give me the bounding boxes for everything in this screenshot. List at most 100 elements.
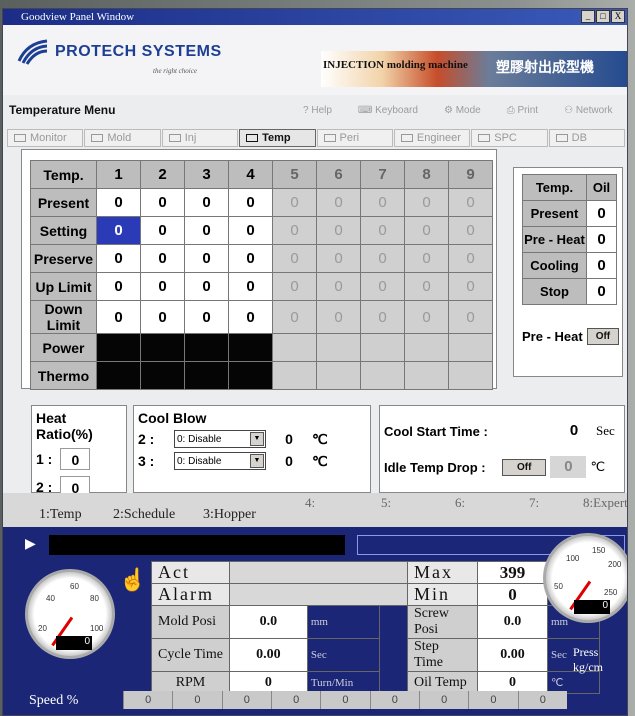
up-limit-input[interactable]: 0 xyxy=(360,272,405,301)
down-limit-input[interactable]: 0 xyxy=(140,300,185,334)
close-button[interactable]: X xyxy=(611,10,625,23)
preheat-toggle-button[interactable]: Off xyxy=(586,328,620,345)
cool-start-input[interactable]: 0 xyxy=(556,420,592,442)
oil-cooling-input[interactable]: 0 xyxy=(586,252,617,279)
press-readout: 0 xyxy=(574,600,610,614)
cool-blow-select[interactable]: 0: Disable ▼ xyxy=(174,430,266,448)
thermo-indicator xyxy=(360,361,405,390)
gauge-tick: 80 xyxy=(90,594,99,603)
tab-mold[interactable]: Mold xyxy=(84,129,161,147)
present-cell: 0 xyxy=(272,188,317,217)
maximize-button[interactable]: □ xyxy=(596,10,610,23)
down-limit-input[interactable]: 0 xyxy=(316,300,361,334)
preserve-input[interactable]: 0 xyxy=(184,244,229,273)
down-limit-input[interactable]: 0 xyxy=(184,300,229,334)
keyboard-button[interactable]: ⌨ Keyboard xyxy=(358,105,418,116)
tab-monitor[interactable]: Monitor xyxy=(7,129,84,147)
cool-blow-value[interactable]: 0 xyxy=(274,453,304,469)
zone-header: 8 xyxy=(404,160,449,189)
preserve-input[interactable]: 0 xyxy=(140,244,185,273)
preserve-input[interactable]: 0 xyxy=(228,244,273,273)
up-limit-input[interactable]: 0 xyxy=(448,272,493,301)
tab-peri[interactable]: Peri xyxy=(316,129,393,147)
tab-db[interactable]: DB xyxy=(548,129,625,147)
footer-value-strip: 0 0 0 0 0 0 0 0 0 xyxy=(123,691,567,709)
mode-button[interactable]: ⚙ Mode xyxy=(444,105,481,116)
oil-table: Temp. Oil Present 0 Pre - Heat 0 Cooling 0 S… xyxy=(522,174,617,305)
page-tab-schedule[interactable]: 2:Schedule xyxy=(113,507,175,523)
oil-preheat-input[interactable]: 0 xyxy=(586,226,617,253)
cool-blow-select[interactable]: 0: Disable ▼ xyxy=(174,452,266,470)
row-label-thermo: Thermo xyxy=(30,361,97,390)
chevron-down-icon[interactable]: ▼ xyxy=(250,432,264,446)
page-tab-7[interactable]: 7: xyxy=(529,495,539,511)
thermo-indicator xyxy=(272,361,317,390)
present-cell: 0 xyxy=(316,188,361,217)
down-limit-input[interactable]: 0 xyxy=(96,300,141,334)
setting-input[interactable]: 0 xyxy=(360,216,405,245)
down-limit-input[interactable]: 0 xyxy=(404,300,449,334)
idle-temp-toggle-button[interactable]: Off xyxy=(502,458,547,476)
present-cell: 0 xyxy=(448,188,493,217)
up-limit-input[interactable]: 0 xyxy=(184,272,229,301)
act-display xyxy=(228,561,408,584)
up-limit-input[interactable]: 0 xyxy=(140,272,185,301)
preserve-input[interactable]: 0 xyxy=(360,244,405,273)
setting-input[interactable]: 0 xyxy=(316,216,361,245)
page-tab-temp[interactable]: 1:Temp xyxy=(39,507,82,523)
help-button[interactable]: ? Help xyxy=(303,105,332,116)
cool-blow-label: 2 : xyxy=(138,431,155,447)
heat-ratio-input[interactable]: 0 xyxy=(60,448,91,470)
setting-input[interactable]: 0 xyxy=(228,216,273,245)
present-cell: 0 xyxy=(96,188,141,217)
idle-temp-label: Idle Temp Drop : xyxy=(384,459,486,475)
setting-input[interactable]: 0 xyxy=(96,216,141,245)
page-tab-5[interactable]: 5: xyxy=(381,495,391,511)
message-bar xyxy=(49,535,345,555)
preserve-input[interactable]: 0 xyxy=(316,244,361,273)
setting-input[interactable]: 0 xyxy=(404,216,449,245)
up-limit-input[interactable]: 0 xyxy=(404,272,449,301)
preserve-input[interactable]: 0 xyxy=(448,244,493,273)
hand-icon[interactable]: ☝ xyxy=(119,567,146,593)
page-tab-expert[interactable]: 8:Expert xyxy=(583,495,627,511)
power-indicator xyxy=(272,333,317,362)
heat-ratio-panel: Heat Ratio(%) 1 : 0 2 : 0 xyxy=(31,405,127,498)
page-tab-hopper[interactable]: 3:Hopper xyxy=(203,507,256,523)
preserve-input[interactable]: 0 xyxy=(404,244,449,273)
up-limit-input[interactable]: 0 xyxy=(316,272,361,301)
page-tab-6[interactable]: 6: xyxy=(455,495,465,511)
up-limit-input[interactable]: 0 xyxy=(272,272,317,301)
tab-inj[interactable]: Inj xyxy=(161,129,239,147)
cool-blow-value[interactable]: 0 xyxy=(274,431,304,447)
preserve-input[interactable]: 0 xyxy=(272,244,317,273)
tab-engineer[interactable]: Engineer xyxy=(393,129,471,147)
tab-spc[interactable]: SPC xyxy=(471,129,548,147)
setting-input[interactable]: 0 xyxy=(272,216,317,245)
oil-stop-input[interactable]: 0 xyxy=(586,278,617,305)
up-limit-input[interactable]: 0 xyxy=(96,272,141,301)
print-button[interactable]: ⎙ Print xyxy=(507,105,538,116)
down-limit-input[interactable]: 0 xyxy=(228,300,273,334)
power-indicator xyxy=(360,333,405,362)
present-cell: 0 xyxy=(360,188,405,217)
tab-temp[interactable]: Temp xyxy=(239,129,316,147)
chevron-down-icon[interactable]: ▼ xyxy=(250,454,264,468)
setting-input[interactable]: 0 xyxy=(140,216,185,245)
down-limit-input[interactable]: 0 xyxy=(360,300,405,334)
press-gauge: 50 100 150 200 250 0 xyxy=(543,533,627,623)
setting-input[interactable]: 0 xyxy=(184,216,229,245)
down-limit-input[interactable]: 0 xyxy=(272,300,317,334)
down-limit-input[interactable]: 0 xyxy=(448,300,493,334)
step-time-value: 0.00 xyxy=(476,638,548,672)
setting-input[interactable]: 0 xyxy=(448,216,493,245)
heat-ratio-row: 1 : 0 xyxy=(36,448,122,470)
step-time-label: Step Time xyxy=(406,638,478,672)
network-button[interactable]: ⚇ Network xyxy=(564,105,612,116)
play-icon[interactable]: ▶ xyxy=(25,535,36,552)
page-tab-4[interactable]: 4: xyxy=(305,495,315,511)
preserve-input[interactable]: 0 xyxy=(96,244,141,273)
up-limit-input[interactable]: 0 xyxy=(228,272,273,301)
title-bar: Goodview Panel Window _ □ X xyxy=(3,9,627,25)
minimize-button[interactable]: _ xyxy=(581,10,595,23)
